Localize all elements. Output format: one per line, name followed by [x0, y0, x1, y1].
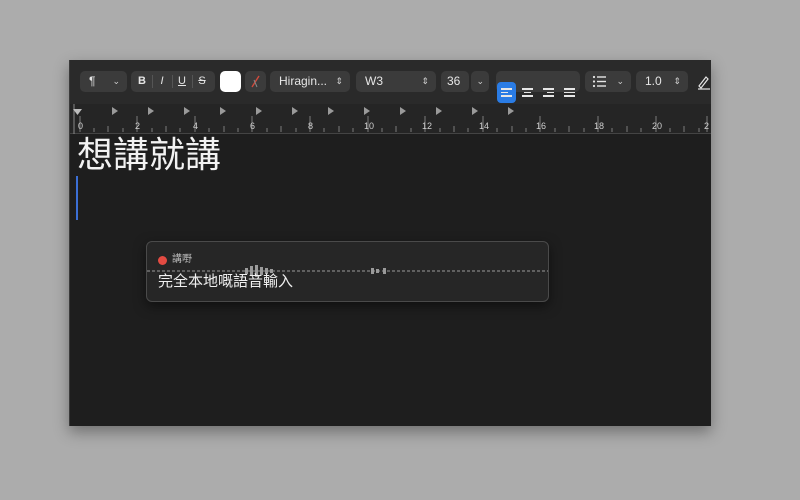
line-spacing-value: 1.0	[645, 74, 662, 88]
align-center-icon	[524, 91, 531, 93]
ruler-ticks	[73, 104, 708, 134]
font-family-value: Hiragin...	[279, 74, 328, 88]
justify-icon	[564, 88, 575, 90]
bold-button[interactable]: B	[133, 71, 151, 92]
stepper-icon: ⇕	[673, 76, 681, 86]
justify-icon	[564, 95, 575, 97]
slash-a-icon	[251, 75, 260, 88]
align-right-icon	[547, 91, 554, 93]
ruler-label: 2	[704, 121, 710, 131]
align-left-icon	[501, 95, 512, 97]
justify-button[interactable]	[560, 82, 579, 103]
ruler-label: 12	[422, 121, 433, 131]
chevron-down-icon: ⌄	[616, 76, 624, 86]
align-left-button[interactable]	[497, 82, 516, 103]
font-size-field[interactable]: 36	[441, 71, 469, 92]
text-color-swatch[interactable]	[220, 71, 241, 92]
stepper-icon: ⇕	[421, 76, 429, 86]
ruler-label: 0	[78, 121, 84, 131]
ruler-label: 8	[308, 121, 314, 131]
font-size-value: 36	[447, 74, 461, 88]
align-center-button[interactable]	[518, 82, 537, 103]
pencil-icon	[698, 76, 710, 90]
recording-dot-icon	[158, 256, 167, 265]
dictation-panel: 講嘢 完全本地嘅語音輸入	[146, 241, 549, 302]
font-family-select[interactable]: Hiragin... ⇕	[270, 71, 350, 92]
font-weight-select[interactable]: W3 ⇕	[356, 71, 436, 92]
ruler-label: 14	[479, 121, 490, 131]
ruler-label: 6	[250, 121, 256, 131]
editor-window: ¶ ⌄ B I U S Hiragin... ⇕ W3 ⇕ 36 ⌄ ⌄ 1.0…	[69, 60, 711, 426]
text-style-group: B I U S	[131, 71, 215, 92]
bullet-list-icon	[592, 75, 606, 88]
align-right-icon	[543, 88, 554, 90]
list-style-menu[interactable]: ⌄	[585, 71, 631, 92]
ruler-label: 16	[536, 121, 547, 131]
italic-button[interactable]: I	[153, 71, 171, 92]
underline-button[interactable]: U	[173, 71, 191, 92]
strikethrough-button[interactable]: S	[193, 71, 211, 92]
document-text[interactable]: 想講就講	[77, 134, 221, 178]
dictation-transcript: 完全本地嘅語音輸入	[158, 272, 294, 290]
align-center-icon	[522, 95, 533, 97]
alignment-group	[496, 71, 580, 103]
align-left-icon	[501, 91, 508, 93]
align-right-button[interactable]	[539, 82, 558, 103]
font-weight-value: W3	[365, 74, 383, 88]
ruler-label: 20	[652, 121, 663, 131]
align-center-icon	[522, 88, 533, 90]
ruler[interactable]: 0 2 4 6 8 10 12 14 16 18 20 2	[70, 104, 711, 134]
justify-icon	[564, 91, 575, 93]
chevron-down-icon: ⌄	[112, 76, 120, 86]
highlight-button[interactable]	[694, 71, 711, 92]
align-right-icon	[543, 95, 554, 97]
align-left-icon	[501, 88, 512, 90]
paragraph-style-menu[interactable]: ¶ ⌄	[80, 71, 127, 92]
font-size-menu[interactable]: ⌄	[471, 71, 489, 92]
paragraph-icon: ¶	[89, 74, 96, 88]
stepper-icon: ⇕	[335, 76, 343, 86]
ruler-label: 4	[193, 121, 199, 131]
format-toolbar: ¶ ⌄ B I U S Hiragin... ⇕ W3 ⇕ 36 ⌄ ⌄ 1.0…	[70, 60, 711, 104]
tab-stop-markers	[73, 107, 514, 115]
ruler-label: 10	[364, 121, 375, 131]
chevron-down-icon: ⌄	[476, 76, 484, 86]
ruler-label: 2	[135, 121, 141, 131]
clear-color-button[interactable]	[245, 71, 266, 92]
ruler-label: 18	[594, 121, 605, 131]
line-spacing-select[interactable]: 1.0 ⇕	[636, 71, 688, 92]
text-caret	[76, 176, 78, 220]
